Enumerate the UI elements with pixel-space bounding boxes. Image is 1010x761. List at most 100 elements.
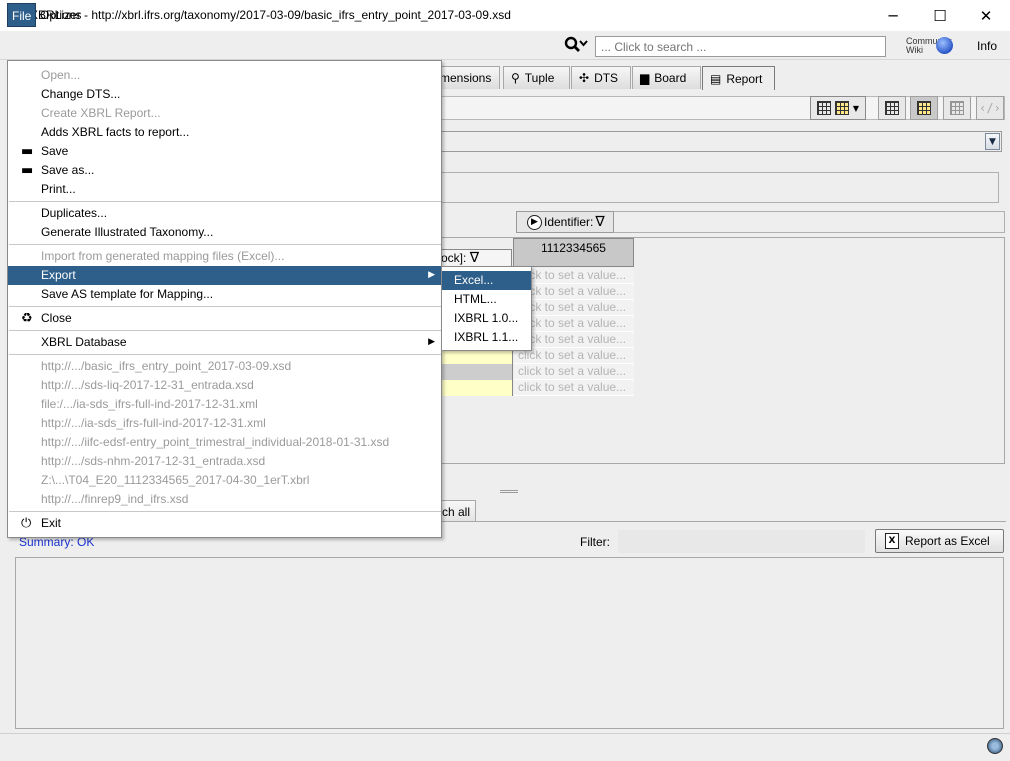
value-cell[interactable]: click to set a value...	[514, 332, 634, 348]
window-title: XBRLizer - http://xbrl.ifrs.org/taxonomy…	[30, 8, 511, 22]
value-cell[interactable]: click to set a value...	[514, 268, 634, 284]
menu-separator	[9, 306, 441, 307]
tab-label: Board	[654, 71, 687, 85]
menu-item-label: Generate Illustrated Taxonomy...	[41, 225, 214, 239]
results-area	[15, 557, 1004, 729]
export-item-html[interactable]: HTML...	[442, 290, 531, 309]
menu-item-label: Save as...	[41, 163, 95, 177]
menu-separator	[9, 354, 441, 355]
grid-icon	[885, 101, 899, 115]
search-icon[interactable]	[563, 35, 589, 55]
splitter-grip-icon[interactable]	[500, 490, 518, 493]
splitter[interactable]	[440, 486, 1005, 496]
menu-separator	[9, 330, 441, 331]
menu-item-adds-xbrl-facts-to-report[interactable]: Adds XBRL facts to report...	[8, 123, 441, 142]
menu-options[interactable]: Options	[36, 3, 85, 27]
submenu-arrow-icon: ▶	[428, 337, 435, 347]
report-as-excel-label: Report as Excel	[905, 534, 990, 548]
menu-item-http-basic-ifrs-entry-point-2017-03-09-x: http://.../basic_ifrs_entry_point_2017-0…	[8, 357, 441, 376]
menu-item-label: Save AS template for Mapping...	[41, 287, 214, 301]
paperclip-icon: ⚲	[511, 71, 520, 85]
block-header[interactable]: ock]: ∇	[440, 249, 512, 267]
grid-view-button[interactable]	[878, 96, 906, 120]
menu-item-print[interactable]: Print...	[8, 180, 441, 199]
menu-item-generate-illustrated-taxonomy[interactable]: Generate Illustrated Taxonomy...	[8, 223, 441, 242]
menu-item-label: Close	[41, 311, 72, 325]
menu-item-label: Change DTS...	[41, 87, 121, 101]
tab-label: DTS	[594, 71, 619, 85]
chevron-down-icon[interactable]: ▼	[985, 133, 1000, 150]
file-menu: Open... Change DTS... Create XBRL Report..…	[7, 60, 442, 538]
export-submenu: Excel... HTML... IXBRL 1.0... IXBRL 1.1...	[441, 266, 532, 351]
code-view-button[interactable]: ‹/›	[976, 96, 1004, 120]
grid-highlight-button[interactable]	[910, 96, 938, 120]
filter-input[interactable]	[618, 530, 865, 553]
report-as-excel-button[interactable]: X Report as Excel	[875, 529, 1004, 553]
menu-item-save-as[interactable]: ▬ Save as...	[8, 161, 441, 180]
maximize-button[interactable]: ☐	[917, 0, 963, 31]
menu-item-export[interactable]: Export ▶	[8, 266, 441, 285]
menu-item-file-ia-sds-ifrs-full-ind-2017-12-31-xml: file:/.../ia-sds_ifrs-full-ind-2017-12-3…	[8, 395, 441, 414]
menu-item-http-sds-liq-2017-12-31-entrada-xsd: http://.../sds-liq-2017-12-31_entrada.xs…	[8, 376, 441, 395]
code-icon: ‹/›	[979, 101, 1001, 115]
minimize-button[interactable]: ─	[870, 0, 916, 31]
menu-item-http-finrep9-ind-ifrs-xsd: http://.../finrep9_ind_ifrs.xsd	[8, 490, 441, 509]
menu-item-change-dts[interactable]: Change DTS...	[8, 85, 441, 104]
info-panel	[440, 172, 999, 203]
excel-icon: X	[885, 533, 899, 549]
filter-icon[interactable]: ∇	[470, 250, 479, 266]
context-select[interactable]	[440, 131, 1002, 152]
menu-separator	[9, 244, 441, 245]
menu-item-duplicates[interactable]: Duplicates...	[8, 204, 441, 223]
menu-item-label: XBRL Database	[41, 335, 127, 349]
menu-item-http-ia-sds-ifrs-full-ind-2017-12-31-xml: http://.../ia-sds_ifrs-full-ind-2017-12-…	[8, 414, 441, 433]
menu-item-label: Export	[41, 268, 76, 282]
form-icon	[950, 101, 964, 115]
menu-item-exit[interactable]: ⏻ Exit	[8, 514, 441, 533]
identifier-filter-header[interactable]: ▶ Identifier: ∇	[516, 211, 614, 233]
menu-item-label: Z:\...\T04_E20_1112334565_2017-04-30_1er…	[41, 473, 310, 487]
menu-item-label: http://.../ia-sds_ifrs-full-ind-2017-12-…	[41, 416, 266, 430]
export-item-ixbrl-1-0[interactable]: IXBRL 1.0...	[442, 309, 531, 328]
table-view-dropdown[interactable]: ▼	[810, 96, 866, 120]
menu-file[interactable]: File	[7, 3, 37, 27]
search-input[interactable]	[595, 36, 886, 57]
menu-item-http-sds-nhm-2017-12-31-entrada-xsd: http://.../sds-nhm-2017-12-31_entrada.xs…	[8, 452, 441, 471]
filter-label: Filter:	[580, 535, 610, 549]
export-item-ixbrl-1-1[interactable]: IXBRL 1.1...	[442, 328, 531, 347]
value-cell[interactable]: click to set a value...	[514, 316, 634, 332]
chevron-down-icon: ▼	[852, 103, 860, 113]
grid-icon	[834, 101, 849, 115]
export-item-excel[interactable]: Excel...	[442, 271, 531, 290]
menu-item-label: http://.../basic_ifrs_entry_point_2017-0…	[41, 359, 292, 373]
value-cell[interactable]: click to set a value...	[514, 348, 634, 364]
menu-item-label: Save	[41, 144, 69, 158]
filter-icon[interactable]: ∇	[595, 214, 604, 230]
tab-tuple[interactable]: ⚲ Tuple	[503, 66, 570, 89]
globe-icon[interactable]	[936, 37, 953, 54]
menu-item-save[interactable]: ▬ Save	[8, 142, 441, 161]
tab-board[interactable]: ▆ Board	[632, 66, 701, 89]
menu-item-label: Adds XBRL facts to report...	[41, 125, 190, 139]
tab-report[interactable]: ▤ Report	[702, 66, 775, 90]
tab-dimensions[interactable]: mensions	[432, 66, 500, 89]
xbrl-report-icon: ▤	[710, 71, 722, 86]
menu-item-save-as-template-for-mapping[interactable]: Save AS template for Mapping...	[8, 285, 441, 304]
status-globe-icon[interactable]	[987, 738, 1003, 754]
menu-item-label: Print...	[41, 182, 76, 196]
play-circle-icon[interactable]: ▶	[527, 214, 542, 230]
value-cell[interactable]: click to set a value...	[514, 364, 634, 380]
value-cell[interactable]: click to set a value...	[514, 380, 634, 396]
menu-item-xbrl-database[interactable]: XBRL Database ▶	[8, 333, 441, 352]
tab-label: mensions	[440, 71, 492, 85]
menu-item-http-iifc-edsf-entry-point-trimestral-in: http://.../iifc-edsf-entry_point_trimest…	[8, 433, 441, 452]
menu-item-close[interactable]: ♻ Close	[8, 309, 441, 328]
tab-dts[interactable]: ✣ DTS	[571, 66, 631, 89]
value-cell[interactable]: click to set a value...	[514, 300, 634, 316]
close-window-button[interactable]: ✕	[963, 0, 1009, 31]
info-link[interactable]: Info	[977, 39, 997, 53]
grid-icon	[917, 101, 931, 115]
form-view-button[interactable]	[943, 96, 971, 120]
value-cell[interactable]: click to set a value...	[514, 284, 634, 300]
column-header: 1112334565	[513, 238, 634, 267]
